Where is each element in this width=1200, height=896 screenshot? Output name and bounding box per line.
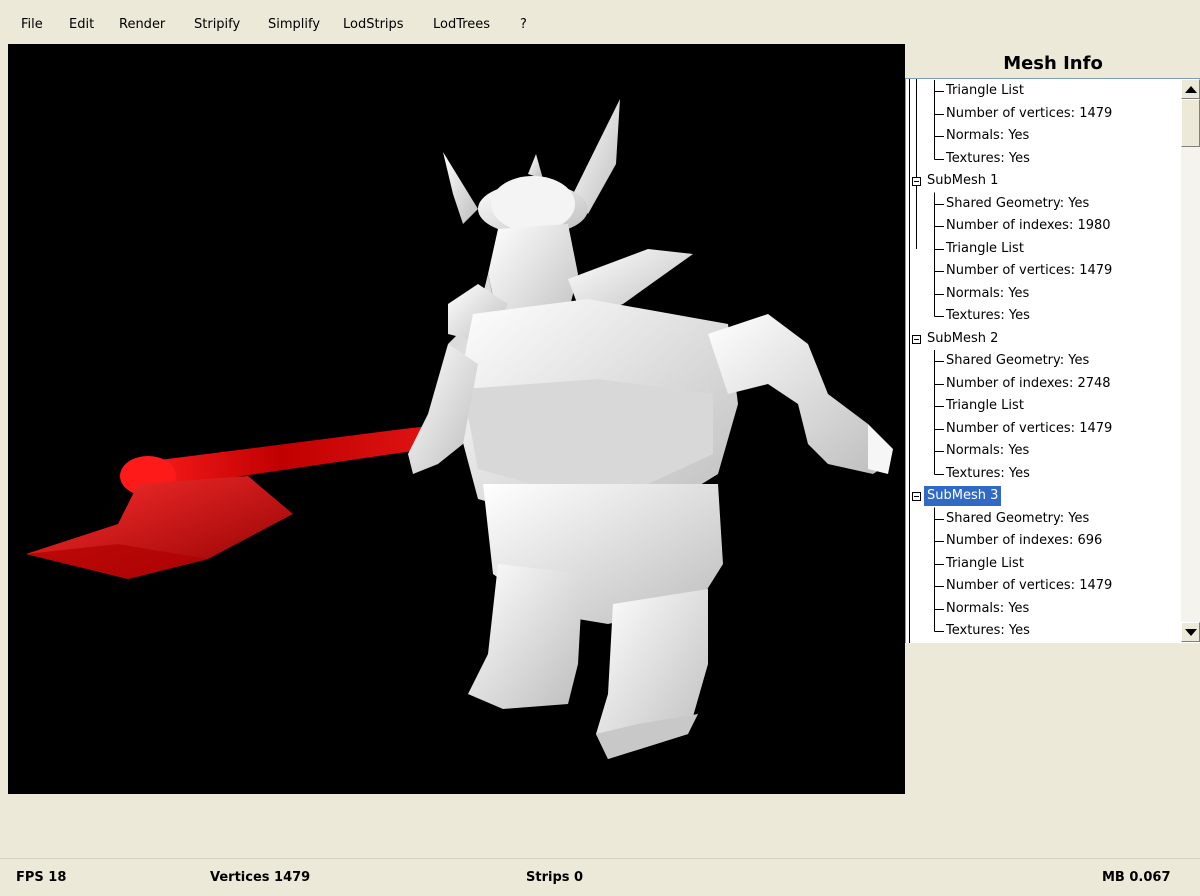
legs	[468, 484, 723, 759]
mesh-info-tree[interactable]: Triangle List Number of vertices: 1479 Nor…	[905, 78, 1200, 643]
tree-leaf-item[interactable]: Textures: Yes	[946, 305, 1030, 327]
axe	[26, 422, 468, 579]
tree-leaf-item[interactable]: Normals: Yes	[946, 440, 1029, 462]
status-bar: FPS 18 Vertices 1479 Strips 0 MB 0.067	[0, 858, 1200, 896]
tree-leaf-item[interactable]: Normals: Yes	[946, 283, 1029, 305]
torso	[408, 249, 738, 524]
arrow-up-icon	[1185, 86, 1197, 93]
scroll-up-button[interactable]	[1181, 79, 1200, 99]
tree-leaf-item[interactable]: Textures: Yes	[946, 148, 1030, 170]
menu-bar: File Edit Render Stripify Simplify LodSt…	[0, 0, 1200, 40]
helmet	[443, 99, 620, 235]
collapse-toggle-icon[interactable]	[912, 177, 921, 186]
menu-lodtrees[interactable]: LodTrees	[433, 17, 490, 33]
tree-leaf-item[interactable]: Number of vertices: 1479	[946, 103, 1112, 125]
tree-leaf-item[interactable]: Number of vertices: 1479	[946, 575, 1112, 597]
tree-leaf-item[interactable]: Triangle List	[946, 80, 1024, 102]
mb-status: MB 0.067	[1102, 870, 1171, 885]
tree-node-submesh[interactable]: SubMesh 2	[924, 329, 1001, 349]
arrow-down-icon	[1185, 629, 1197, 636]
scroll-thumb[interactable]	[1181, 99, 1200, 147]
tree-leaf-item[interactable]: Shared Geometry: Yes	[946, 193, 1089, 215]
menu-render[interactable]: Render	[119, 17, 165, 33]
tree-node-submesh[interactable]: SubMesh 3	[922, 485, 1003, 507]
dwarf-model-render	[26, 99, 893, 759]
tree-leaf-item[interactable]: Triangle List	[946, 553, 1024, 575]
menu-help[interactable]: ?	[520, 17, 527, 33]
tree-node-submesh[interactable]: SubMesh 1	[924, 171, 1001, 191]
menu-simplify[interactable]: Simplify	[268, 17, 320, 33]
tree-leaf-item[interactable]: Textures: Yes	[946, 463, 1030, 485]
tree-leaf-item[interactable]: Shared Geometry: Yes	[946, 350, 1089, 372]
menu-file[interactable]: File	[21, 17, 43, 33]
vertices-status: Vertices 1479	[210, 870, 311, 885]
scroll-down-button[interactable]	[1181, 622, 1200, 642]
tree-leaf-item[interactable]: Textures: Yes	[946, 620, 1030, 642]
tree-leaf-item[interactable]: Normals: Yes	[946, 125, 1029, 147]
3d-viewport[interactable]	[8, 44, 905, 794]
tree-leaf-item[interactable]: Shared Geometry: Yes	[946, 508, 1089, 530]
tree-leaf-item[interactable]: Triangle List	[946, 395, 1024, 417]
menu-edit[interactable]: Edit	[69, 17, 94, 33]
tree-leaf-item[interactable]: Number of indexes: 696	[946, 530, 1102, 552]
mesh-info-title: Mesh Info	[1003, 53, 1103, 74]
menu-lodstrips[interactable]: LodStrips	[343, 17, 404, 33]
collapse-toggle-icon[interactable]	[912, 334, 921, 344]
tree-leaf-item[interactable]: Number of indexes: 2748	[946, 373, 1111, 395]
tree-leaf-item[interactable]: Normals: Yes	[946, 598, 1029, 620]
vertical-scrollbar[interactable]	[1181, 79, 1200, 642]
tree-leaf-item[interactable]: Number of vertices: 1479	[946, 260, 1112, 282]
tree-leaf-item[interactable]: Number of indexes: 1980	[946, 215, 1111, 237]
menu-stripify[interactable]: Stripify	[194, 17, 240, 33]
tree-leaf-item[interactable]: Triangle List	[946, 238, 1024, 260]
tree-leaf-item[interactable]: Number of vertices: 1479	[946, 418, 1112, 440]
strips-status: Strips 0	[526, 870, 584, 885]
collapse-toggle-icon[interactable]	[912, 492, 921, 501]
fps-status: FPS 18	[16, 870, 67, 885]
